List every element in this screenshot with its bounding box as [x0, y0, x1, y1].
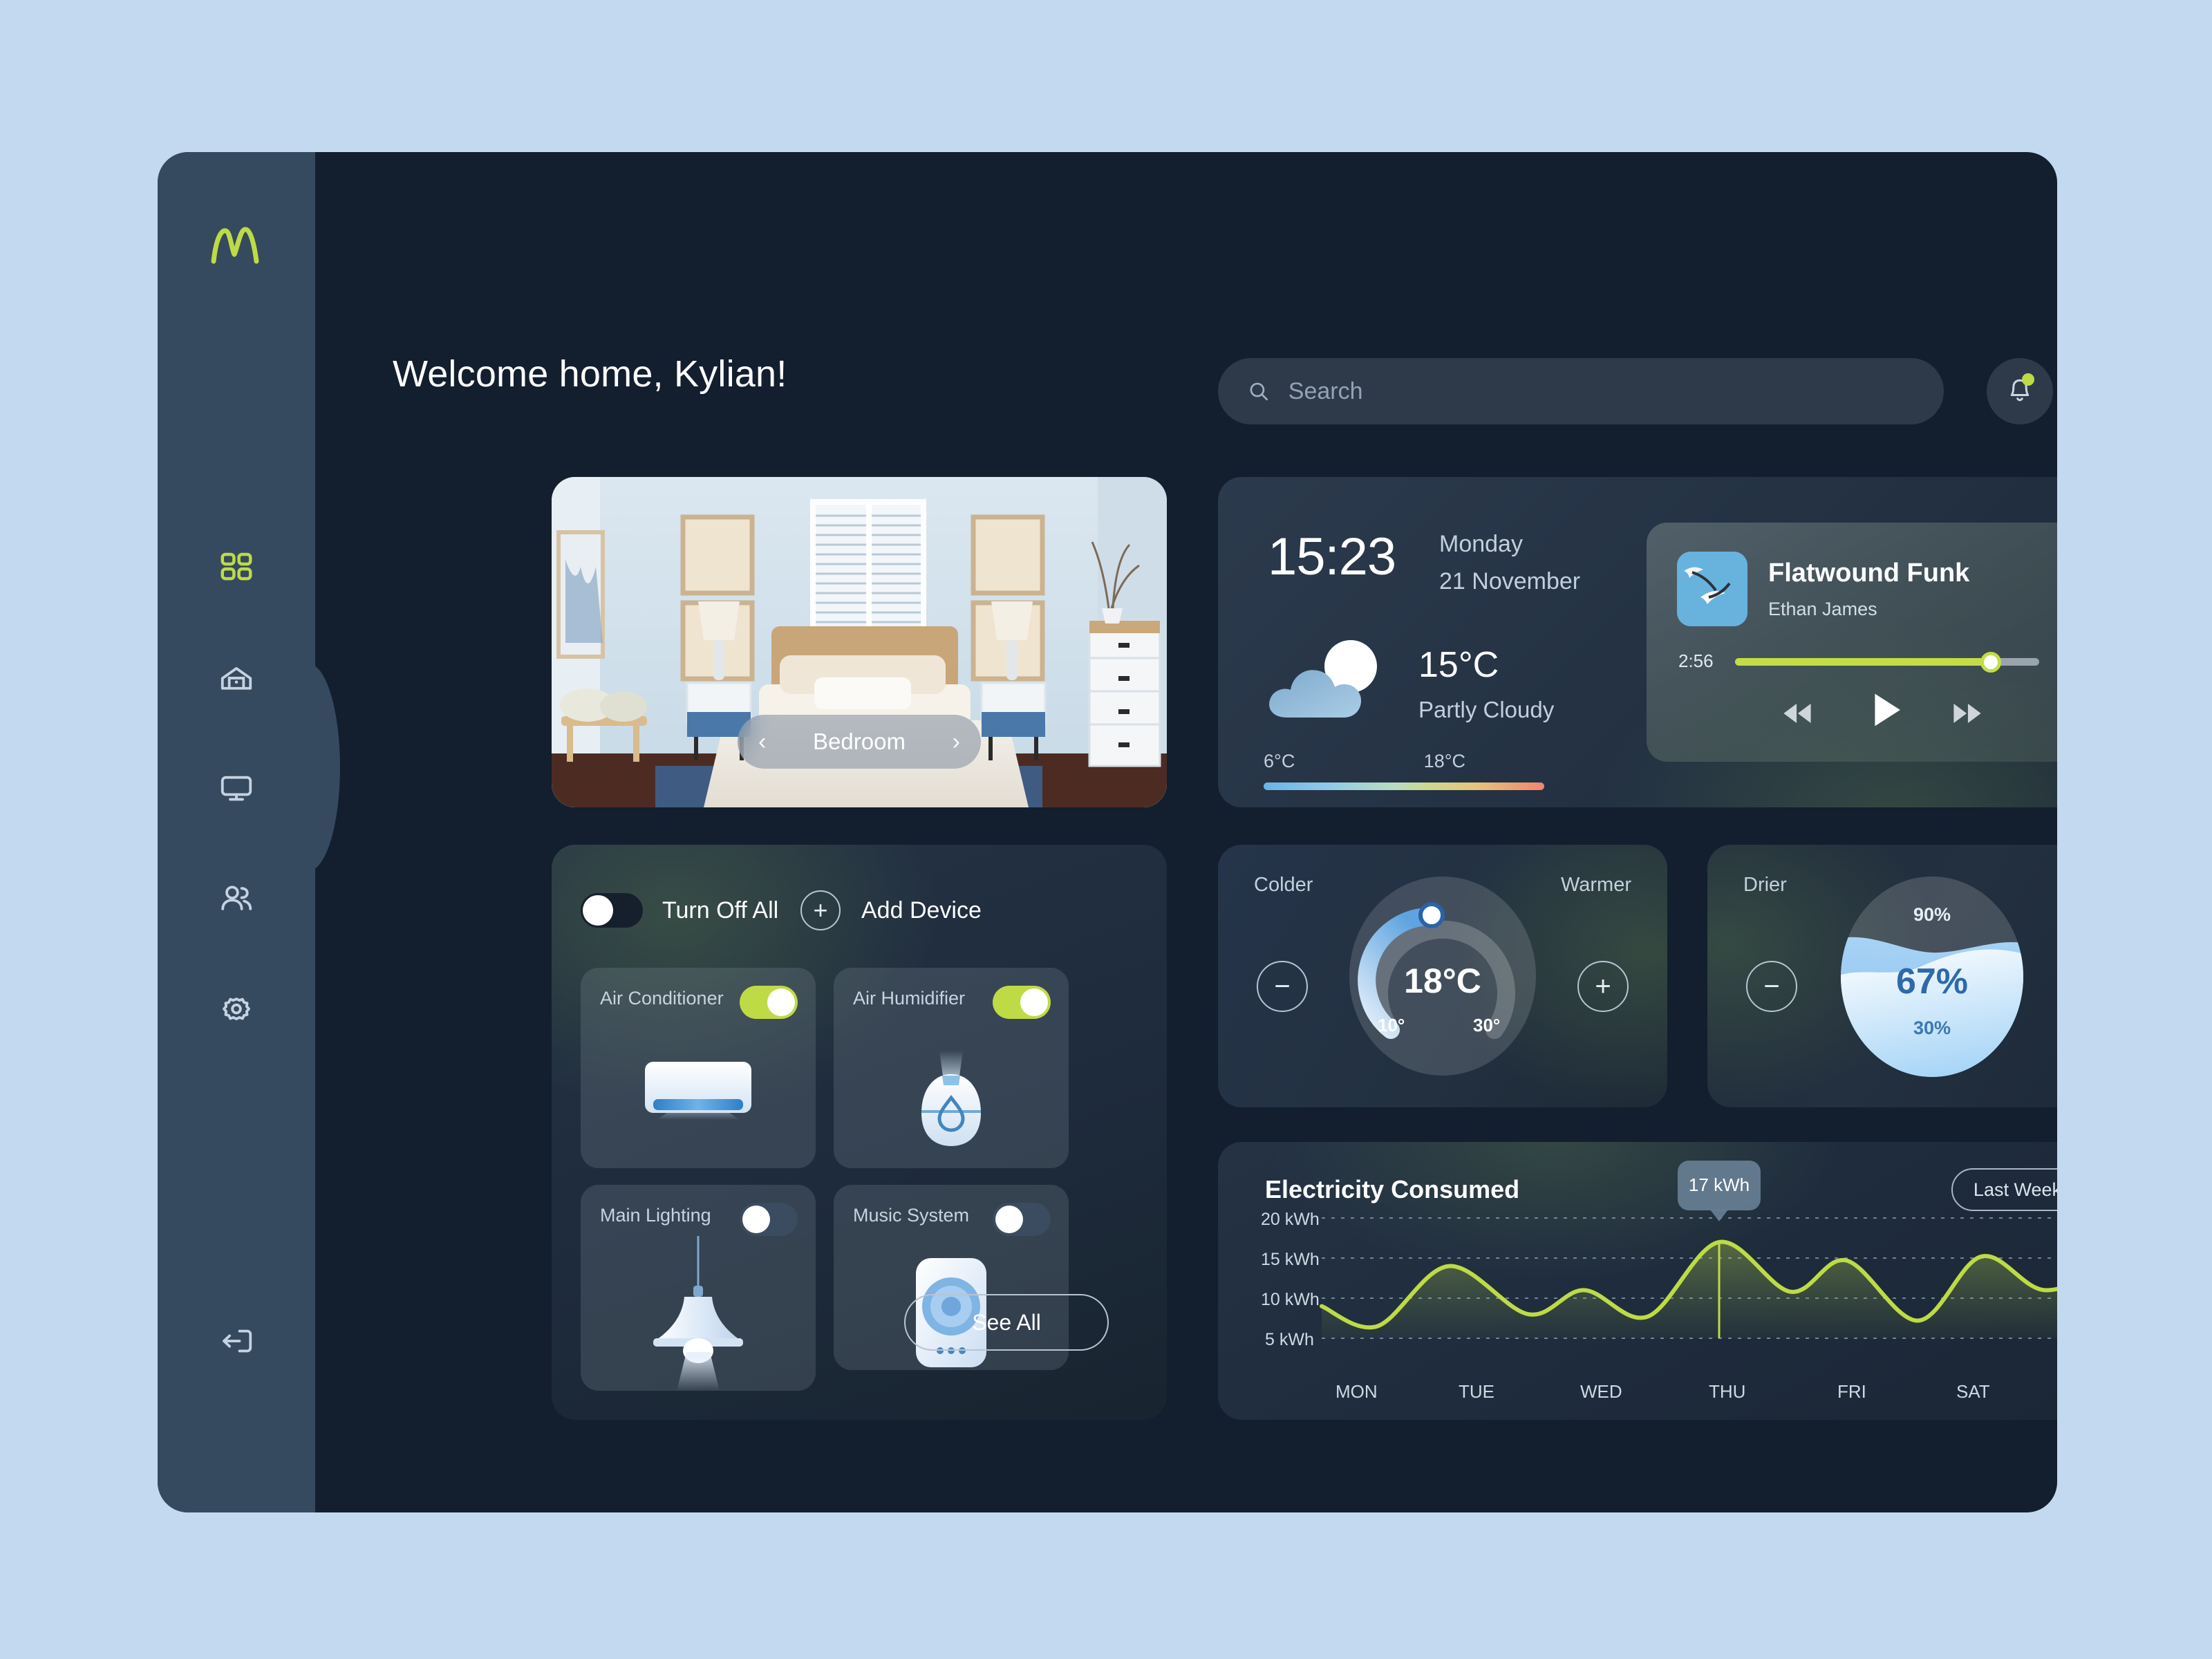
- drier-label: Drier: [1743, 874, 1787, 896]
- play-icon[interactable]: [1861, 686, 1909, 734]
- humidity-decrease-button[interactable]: −: [1746, 961, 1797, 1012]
- chart-plot: [1320, 1217, 2057, 1339]
- x-tick-thu: THU: [1709, 1381, 1746, 1402]
- clock-day: Monday: [1439, 531, 1523, 557]
- weather-low: 6°C: [1264, 751, 1295, 771]
- temperature-value: 18°C: [1404, 962, 1481, 1000]
- home-icon: [221, 667, 252, 690]
- room-prev-button[interactable]: ‹: [758, 730, 766, 753]
- weather-temperature: 15°C: [1418, 645, 1499, 685]
- electricity-chart-card: Electricity Consumed Last Week 20 kWh 15…: [1218, 1142, 2057, 1420]
- x-tick-fri: FRI: [1837, 1381, 1866, 1402]
- pendant-lamp-icon: [653, 1236, 743, 1391]
- m-logo: [205, 221, 268, 270]
- temperature-min: 10°: [1378, 1015, 1405, 1035]
- room-next-button[interactable]: ›: [953, 730, 960, 753]
- temperature-decrease-button[interactable]: −: [1257, 961, 1308, 1012]
- elapsed-time: 2:56: [1678, 650, 1714, 671]
- device-card-air-conditioner[interactable]: Air Conditioner: [581, 968, 816, 1168]
- device-name: Music System: [853, 1205, 970, 1226]
- humidity-card: Drier Wetter − + 90% 67% 30%: [1707, 845, 2057, 1107]
- progress-knob[interactable]: [1980, 651, 2001, 673]
- album-art: [1677, 552, 1747, 626]
- weather-high: 18°C: [1423, 751, 1465, 771]
- device-toggle[interactable]: [740, 986, 798, 1019]
- sidebar-item-dashboard[interactable]: [209, 539, 264, 594]
- weather-range-bar: [1264, 782, 1544, 790]
- page-title: Welcome home, Kylian!: [393, 353, 787, 395]
- add-device-button[interactable]: +: [800, 890, 841, 930]
- notifications-button[interactable]: [1987, 358, 2053, 424]
- x-tick-sat: SAT: [1956, 1381, 1990, 1402]
- device-name: Main Lighting: [600, 1205, 711, 1226]
- device-card-air-humidifier[interactable]: Air Humidifier: [834, 968, 1069, 1168]
- music-player: Flatwound Funk Ethan James 2:56 3:09: [1647, 523, 2057, 762]
- humidifier-icon: [921, 1051, 981, 1146]
- progress-fill: [1735, 658, 1991, 666]
- device-toggle[interactable]: [740, 1203, 798, 1236]
- y-tick-5: 5 kWh: [1265, 1330, 1314, 1349]
- partly-cloudy-icon: [1269, 640, 1377, 718]
- warmer-label: Warmer: [1560, 874, 1631, 896]
- add-device-label[interactable]: Add Device: [861, 897, 982, 924]
- room-card[interactable]: ‹ Bedroom ›: [552, 477, 1167, 807]
- clock-time: 15:23: [1268, 527, 1396, 586]
- sidebar-active-notch: [296, 664, 340, 871]
- temperature-max: 30°: [1473, 1015, 1501, 1035]
- gear-icon: [223, 997, 250, 1020]
- humidity-value: 67%: [1895, 962, 1969, 1002]
- sidebar-item-logout[interactable]: [209, 1313, 264, 1369]
- sidebar-item-devices[interactable]: [209, 760, 264, 816]
- device-toggle[interactable]: [993, 986, 1051, 1019]
- search-bar[interactable]: [1218, 358, 1944, 424]
- see-all-button[interactable]: See All: [904, 1294, 1109, 1351]
- colder-label: Colder: [1254, 874, 1313, 896]
- room-selector[interactable]: ‹ Bedroom ›: [738, 715, 981, 769]
- y-tick-20: 20 kWh: [1261, 1210, 1320, 1229]
- weather-condition: Partly Cloudy: [1418, 697, 1555, 722]
- device-name: Air Conditioner: [600, 988, 724, 1009]
- grid-icon: [221, 552, 252, 581]
- fast-forward-icon[interactable]: [1948, 694, 1987, 733]
- weather-card: 15:23 Monday 21 November 15°C Partly Clo…: [1218, 477, 2057, 807]
- humidity-min: 30%: [1913, 1018, 1951, 1038]
- y-tick-10: 10 kWh: [1261, 1290, 1320, 1309]
- monitor-icon: [221, 776, 252, 801]
- turn-off-all-label: Turn Off All: [662, 897, 779, 924]
- room-name: Bedroom: [813, 729, 906, 754]
- rewind-icon[interactable]: [1778, 694, 1817, 733]
- song-title: Flatwound Funk: [1768, 559, 1970, 588]
- device-card-main-lighting[interactable]: Main Lighting: [581, 1185, 816, 1391]
- devices-panel: Turn Off All + Add Device Air Conditione…: [552, 845, 1167, 1420]
- turn-off-all-toggle[interactable]: [581, 893, 643, 928]
- logout-icon: [223, 1329, 252, 1353]
- humidity-max: 90%: [1913, 904, 1951, 925]
- temperature-card: Colder Warmer − + 18°C 10° 30°: [1218, 845, 1667, 1107]
- dashboard-window: Welcome home, Kylian! Search ‹ Bedroom ›…: [158, 152, 2057, 1512]
- sidebar-item-members[interactable]: [209, 871, 264, 926]
- clock-date: 21 November: [1439, 568, 1581, 594]
- progress-slider[interactable]: [1735, 651, 2039, 673]
- sidebar-item-settings[interactable]: [209, 982, 264, 1037]
- sidebar: [158, 152, 340, 1512]
- x-tick-wed: WED: [1580, 1381, 1622, 1402]
- temperature-increase-button[interactable]: +: [1577, 961, 1629, 1012]
- toggle-knob: [583, 895, 613, 926]
- song-artist: Ethan James: [1768, 599, 1877, 619]
- device-name: Air Humidifier: [853, 988, 966, 1009]
- chart-tooltip: 17 kWh: [1678, 1160, 1761, 1210]
- device-toggle[interactable]: [993, 1203, 1051, 1236]
- sidebar-item-home[interactable]: [209, 650, 264, 705]
- air-conditioner-icon: [645, 1062, 751, 1120]
- y-tick-15: 15 kWh: [1261, 1250, 1320, 1269]
- search-icon: [1250, 382, 1268, 401]
- x-tick-mon: MON: [1335, 1381, 1378, 1402]
- notification-badge: [2022, 373, 2034, 386]
- search-input[interactable]: [1288, 377, 1915, 405]
- x-tick-tue: TUE: [1459, 1381, 1494, 1402]
- plus-icon: +: [813, 896, 828, 924]
- users-icon: [221, 885, 252, 910]
